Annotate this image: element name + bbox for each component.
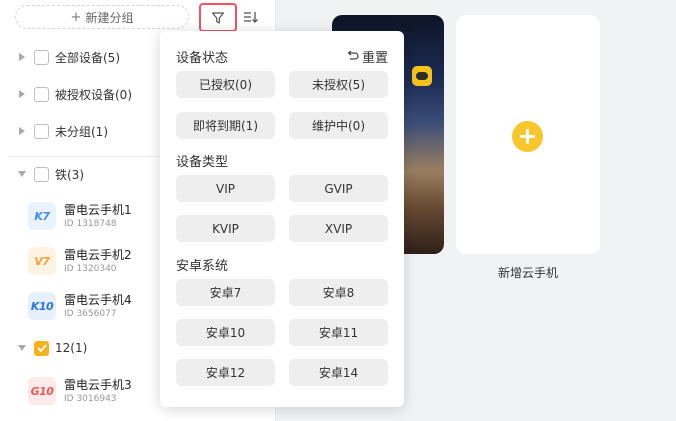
group-authorized-devices[interactable]: 被授权设备(0): [18, 84, 132, 104]
device-v7-icon: V7: [28, 247, 56, 275]
caret-right-icon[interactable]: [18, 90, 26, 98]
group-label: 12(1): [55, 341, 88, 355]
section-title-device-status: 设备状态: [176, 51, 229, 66]
device-id: ID 3656077: [64, 308, 117, 319]
group-label: 铁(3): [55, 167, 84, 182]
group-ungrouped[interactable]: 未分组(1): [18, 121, 108, 141]
filter-option[interactable]: KVIP: [176, 215, 275, 242]
reset-button[interactable]: 重置: [347, 47, 388, 66]
device-id: ID 1320340: [64, 263, 117, 274]
group-all-devices[interactable]: 全部设备(5): [18, 47, 120, 67]
add-icon: [512, 121, 543, 152]
device-id: ID 1318748: [64, 218, 117, 229]
add-cloud-phone-label: 新增云手机: [497, 266, 558, 280]
device-g10-icon: G10: [28, 377, 56, 405]
group-checkbox[interactable]: [34, 340, 49, 356]
device-k7-icon: K7: [28, 202, 56, 230]
new-group-button[interactable]: + 新建分组: [15, 5, 189, 29]
group-label: 被授权设备(0): [55, 87, 132, 102]
caret-down-icon[interactable]: [18, 344, 26, 352]
device-name: 雷电云手机4: [64, 292, 132, 307]
device-id: ID 3016943: [64, 393, 117, 404]
group-label: 全部设备(5): [55, 50, 120, 65]
caret-right-icon[interactable]: [18, 53, 26, 61]
filter-option[interactable]: 已授权(0): [176, 71, 275, 98]
device-k10-icon: K10: [28, 292, 56, 320]
filter-option[interactable]: GVIP: [289, 175, 388, 202]
group-checkbox[interactable]: [34, 123, 49, 139]
filter-option[interactable]: VIP: [176, 175, 275, 202]
caret-right-icon[interactable]: [18, 127, 26, 135]
group-checkbox[interactable]: [34, 166, 49, 182]
section-title-android-version: 安卓系统: [176, 259, 229, 274]
sort-button[interactable]: [242, 9, 260, 25]
add-cloud-phone-card[interactable]: [456, 15, 600, 254]
device-name: 雷电云手机3: [64, 377, 132, 392]
filter-option[interactable]: 安卓12: [176, 359, 275, 386]
reset-label: 重置: [361, 51, 388, 66]
filter-option[interactable]: 未授权(5): [289, 71, 388, 98]
filter-option[interactable]: 安卓11: [289, 319, 388, 346]
group-label: 未分组(1): [55, 124, 108, 139]
filter-option[interactable]: 即将到期(1): [176, 112, 275, 139]
group-checkbox[interactable]: [34, 86, 49, 102]
caret-down-icon[interactable]: [18, 170, 26, 178]
filter-option[interactable]: 维护中(0): [289, 112, 388, 139]
device-name: 雷电云手机2: [64, 247, 132, 262]
group-checkbox[interactable]: [34, 49, 49, 65]
game-app-icon: [412, 66, 432, 86]
filter-option[interactable]: 安卓7: [176, 279, 275, 306]
filter-option[interactable]: XVIP: [289, 215, 388, 242]
filter-button[interactable]: [199, 3, 237, 32]
section-title-device-type: 设备类型: [176, 155, 229, 170]
phone-status-bar: [338, 17, 438, 25]
group-12[interactable]: 12(1): [18, 338, 87, 358]
filter-icon: [211, 11, 225, 24]
filter-option[interactable]: 安卓8: [289, 279, 388, 306]
checkmark-icon: [36, 344, 47, 352]
group-tie[interactable]: 铁(3): [18, 164, 84, 184]
device-name: 雷电云手机1: [64, 202, 132, 217]
new-group-label: 新建分组: [85, 10, 134, 25]
filter-option[interactable]: 安卓10: [176, 319, 275, 346]
plus-icon: +: [70, 9, 82, 25]
filter-panel: 设备状态 重置 已授权(0) 未授权(5) 即将到期(1) 维护中(0) 设备类…: [160, 31, 404, 407]
sort-icon: [244, 12, 258, 23]
filter-option[interactable]: 安卓14: [289, 359, 388, 386]
undo-icon: [347, 51, 359, 60]
